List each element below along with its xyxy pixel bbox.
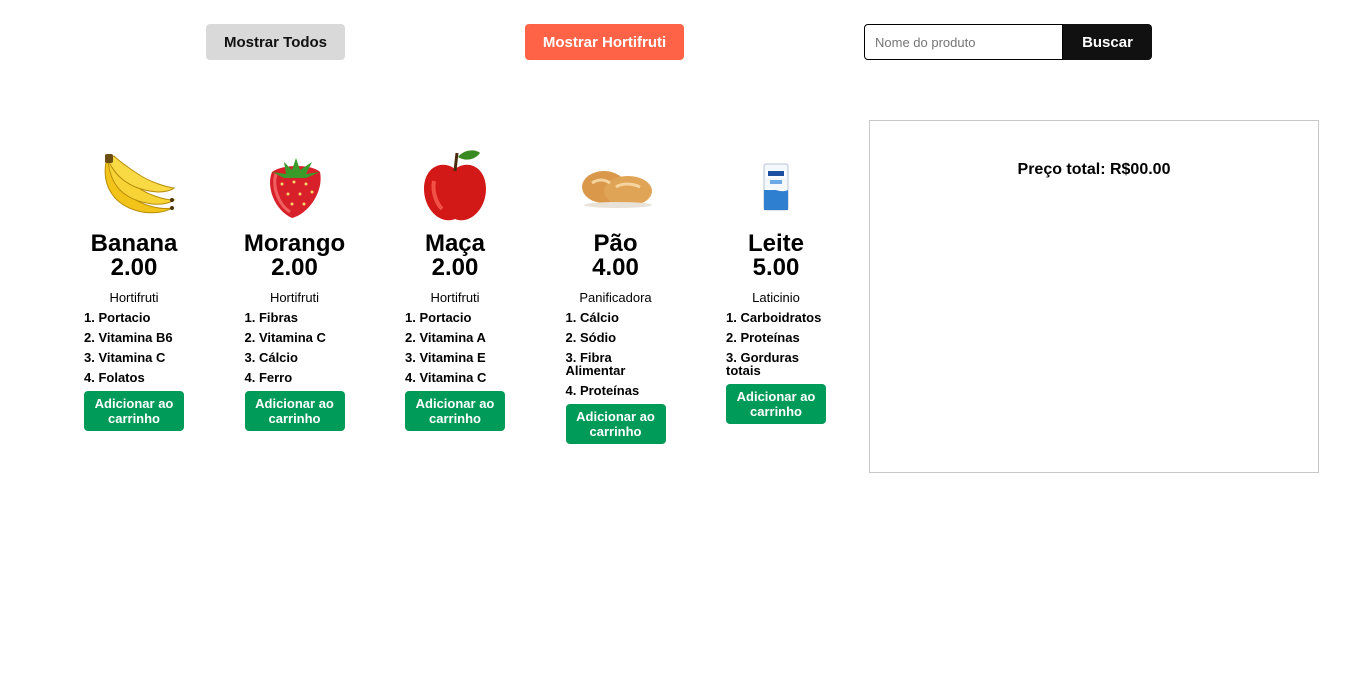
nutrient-list: 1. Portacio 2. Vitamina B6 3. Vitamina C…: [84, 311, 184, 391]
strawberry-icon: [245, 150, 345, 222]
nutrient-item: 1. Fibras: [244, 310, 298, 325]
product-card: Banana 2.00 Hortifruti 1. Portacio 2. Vi…: [64, 150, 204, 444]
nutrient-item: 4. Folatos: [84, 370, 145, 385]
show-all-button[interactable]: Mostrar Todos: [206, 24, 345, 60]
nutrient-list: 1. Fibras 2. Vitamina C 3. Cálcio 4. Fer…: [245, 311, 345, 391]
nutrient-item: 3. Vitamina C: [84, 350, 166, 365]
add-to-cart-button[interactable]: Adicionar ao carrinho: [84, 391, 184, 431]
nutrient-list: 1. Portacio 2. Vitamina A 3. Vitamina E …: [405, 311, 505, 391]
product-name: Morango: [243, 230, 346, 257]
product-price: 2.00: [110, 254, 158, 281]
product-price: 2.00: [431, 254, 479, 281]
nutrient-list: 1. Cálcio 2. Sódio 3. Fibra Alimentar 4.…: [566, 311, 666, 404]
nutrient-item: 2. Proteínas: [726, 330, 800, 345]
add-to-cart-button[interactable]: Adicionar ao carrinho: [244, 391, 345, 431]
nutrient-list: 1. Carboidratos 2. Proteínas 3. Gorduras…: [726, 311, 826, 384]
product-card: Leite 5.00 Laticinio 1. Carboidratos 2. …: [706, 150, 846, 444]
search-input[interactable]: [864, 24, 1063, 60]
show-hortifruti-button[interactable]: Mostrar Hortifruti: [525, 24, 684, 60]
add-to-cart-button[interactable]: Adicionar ao carrinho: [405, 391, 505, 431]
nutrient-item: 2. Vitamina C: [244, 330, 326, 345]
product-price: 2.00: [271, 254, 318, 281]
add-to-cart-button[interactable]: Adicionar ao carrinho: [565, 404, 666, 444]
nutrient-item: 3. Gorduras totais: [726, 350, 799, 378]
product-price: 5.00: [752, 254, 800, 281]
search-bar: Buscar: [864, 24, 1152, 60]
product-price: 4.00: [592, 254, 639, 281]
add-to-cart-button[interactable]: Adicionar ao carrinho: [726, 384, 826, 424]
product-card: Maça 2.00 Hortifruti 1. Portacio 2. Vita…: [385, 150, 525, 444]
product-card: Morango 2.00 Hortifruti 1. Fibras 2. Vit…: [225, 150, 365, 444]
nutrient-item: 4. Proteínas: [565, 383, 640, 398]
nutrient-item: 3. Fibra Alimentar: [565, 350, 626, 378]
apple-icon: [405, 150, 505, 222]
product-category: Hortifruti: [269, 290, 320, 305]
banana-icon: [84, 150, 184, 222]
cart-panel: Preço total: R$00.00: [869, 120, 1319, 473]
nutrient-item: 4. Vitamina C: [405, 370, 487, 385]
nutrient-item: 3. Cálcio: [244, 350, 298, 365]
nutrient-item: 1. Portacio: [405, 310, 472, 325]
product-category: Hortifruti: [109, 290, 159, 305]
milk-carton-icon: [726, 150, 826, 222]
product-list: Banana 2.00 Hortifruti 1. Portacio 2. Vi…: [64, 150, 867, 444]
nutrient-item: 4. Ferro: [244, 370, 293, 385]
search-button[interactable]: Buscar: [1063, 24, 1152, 60]
product-name: Pão: [593, 230, 638, 257]
bread-icon: [566, 150, 666, 222]
product-name: Banana: [90, 230, 178, 257]
cart-total: Preço total: R$00.00: [1017, 161, 1171, 178]
product-name: Maça: [424, 230, 486, 257]
nutrient-item: 1. Cálcio: [565, 310, 619, 325]
product-category: Laticinio: [752, 290, 800, 305]
product-category: Hortifruti: [430, 290, 480, 305]
product-category: Panificadora: [579, 290, 652, 305]
nutrient-item: 1. Portacio: [84, 310, 151, 325]
nutrient-item: 3. Vitamina E: [405, 350, 486, 365]
nutrient-item: 1. Carboidratos: [726, 310, 822, 325]
product-name: Leite: [747, 230, 804, 257]
nutrient-item: 2. Sódio: [565, 330, 617, 345]
product-card: Pão 4.00 Panificadora 1. Cálcio 2. Sódio…: [546, 150, 686, 444]
nutrient-item: 2. Vitamina B6: [84, 330, 173, 345]
nutrient-item: 2. Vitamina A: [405, 330, 486, 345]
